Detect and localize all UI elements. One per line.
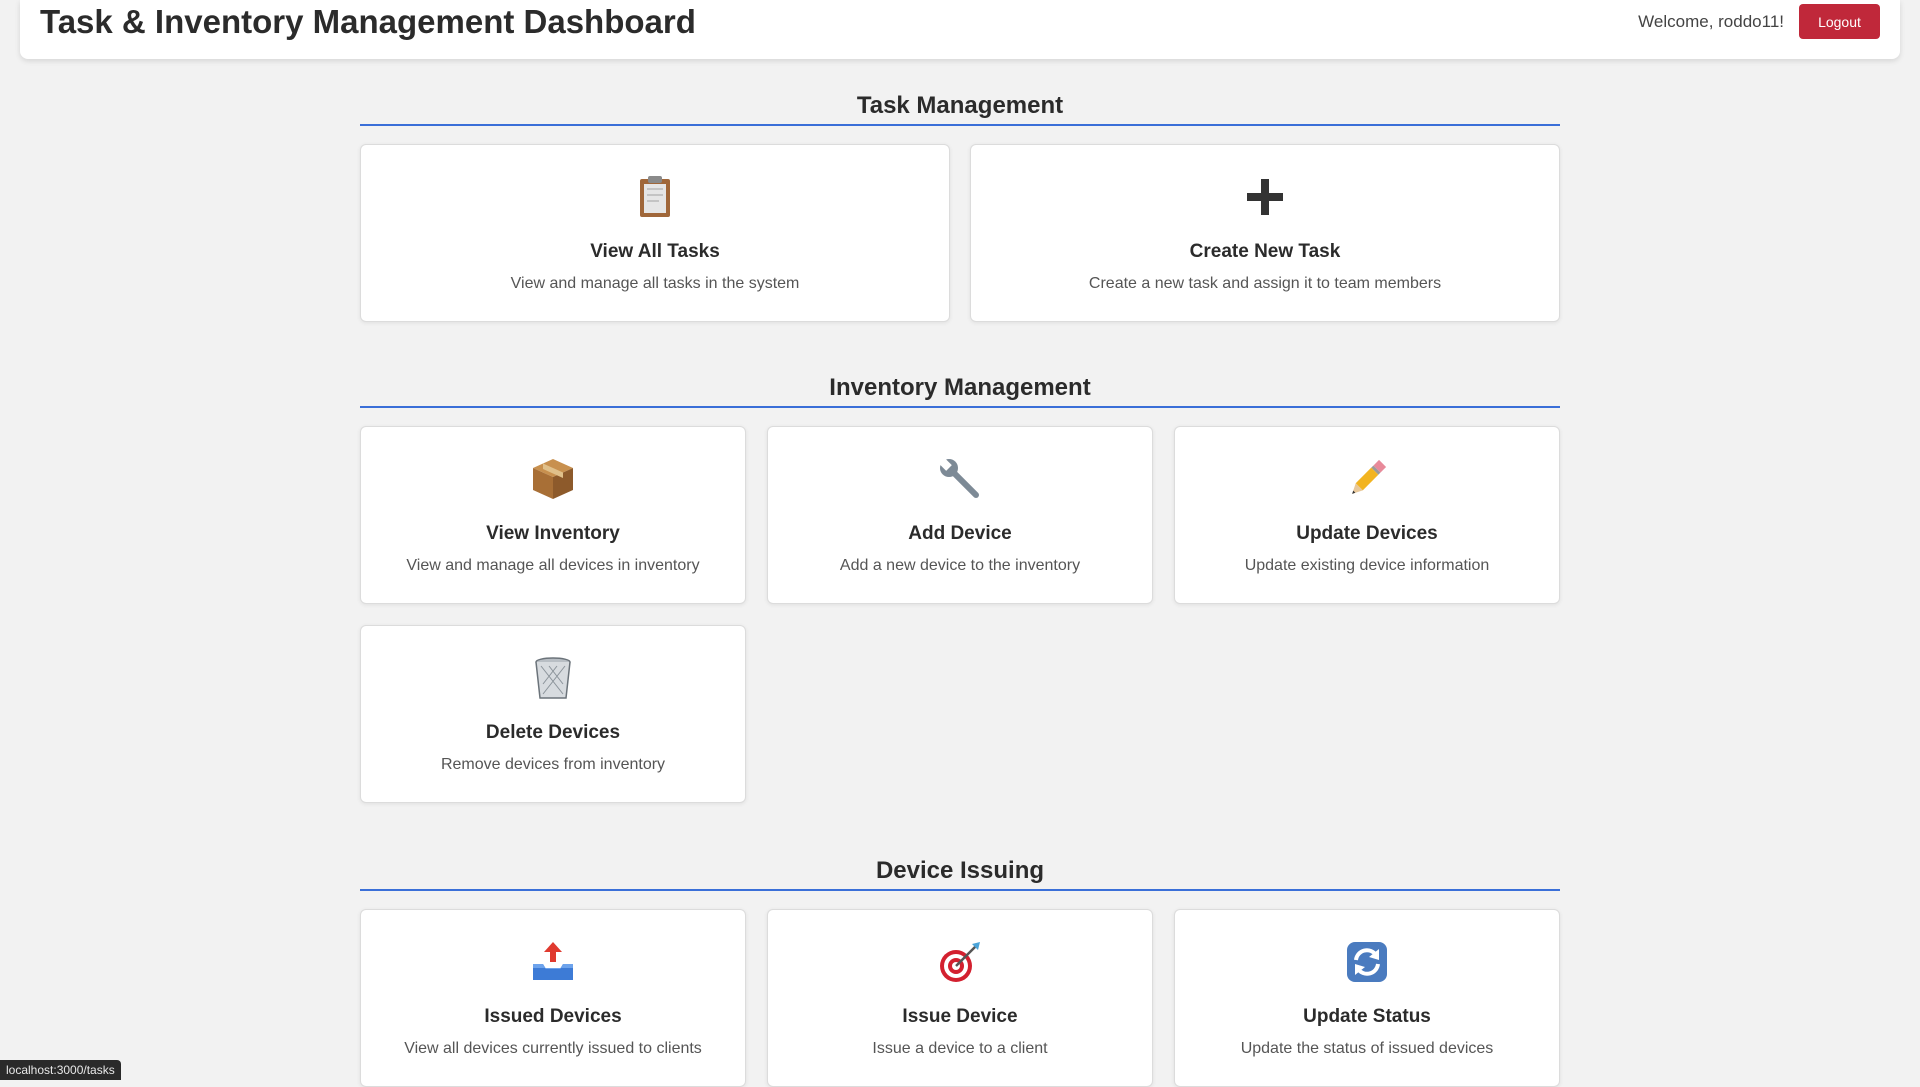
wrench-icon [936, 455, 984, 503]
card-title: Update Devices [1175, 523, 1559, 545]
logout-button[interactable]: Logout [1799, 4, 1880, 39]
view-inventory-card[interactable]: View Inventory View and manage all devic… [360, 426, 746, 604]
create-new-task-card[interactable]: Create New Task Create a new task and as… [970, 144, 1560, 322]
section-title-task-management: Task Management [360, 88, 1560, 126]
card-title: Issue Device [768, 1006, 1152, 1028]
task-management-section: Task Management View All Tasks View and … [360, 88, 1560, 322]
issue-device-card[interactable]: Issue Device Issue a device to a client [767, 909, 1153, 1087]
user-area: Welcome, roddo11! Logout [1638, 4, 1880, 39]
card-title: View All Tasks [361, 241, 949, 263]
card-description: View and manage all tasks in the system [361, 275, 949, 293]
clipboard-icon [631, 173, 679, 221]
package-icon [529, 455, 577, 503]
view-all-tasks-card[interactable]: View All Tasks View and manage all tasks… [360, 144, 950, 322]
card-description: View all devices currently issued to cli… [361, 1040, 745, 1058]
card-description: Remove devices from inventory [361, 756, 745, 774]
update-devices-card[interactable]: Update Devices Update existing device in… [1174, 426, 1560, 604]
page-title: Task & Inventory Management Dashboard [40, 2, 696, 42]
link-status-bar: localhost:3000/tasks [0, 1060, 121, 1080]
card-description: Update existing device information [1175, 557, 1559, 575]
card-description: Update the status of issued devices [1175, 1040, 1559, 1058]
add-device-card[interactable]: Add Device Add a new device to the inven… [767, 426, 1153, 604]
plus-icon [1241, 173, 1289, 221]
card-title: Create New Task [971, 241, 1559, 263]
card-description: Add a new device to the inventory [768, 557, 1152, 575]
card-title: Issued Devices [361, 1006, 745, 1028]
top-header: Task & Inventory Management Dashboard We… [20, 0, 1900, 59]
card-description: View and manage all devices in inventory [361, 557, 745, 575]
card-title: View Inventory [361, 523, 745, 545]
card-title: Update Status [1175, 1006, 1559, 1028]
section-title-inventory-management: Inventory Management [360, 370, 1560, 408]
inventory-management-section: Inventory Management View Inventory View… [360, 370, 1560, 803]
refresh-icon [1343, 938, 1391, 986]
device-issuing-section: Device Issuing Issued Devices View all d… [360, 853, 1560, 1087]
update-status-card[interactable]: Update Status Update the status of issue… [1174, 909, 1560, 1087]
card-title: Delete Devices [361, 722, 745, 744]
outbox-tray-icon [529, 938, 577, 986]
card-description: Issue a device to a client [768, 1040, 1152, 1058]
issued-devices-card[interactable]: Issued Devices View all devices currentl… [360, 909, 746, 1087]
card-description: Create a new task and assign it to team … [971, 275, 1559, 293]
section-title-device-issuing: Device Issuing [360, 853, 1560, 891]
pencil-icon [1343, 455, 1391, 503]
card-title: Add Device [768, 523, 1152, 545]
welcome-text: Welcome, roddo11! [1638, 12, 1784, 32]
target-icon [936, 938, 984, 986]
delete-devices-card[interactable]: Delete Devices Remove devices from inven… [360, 625, 746, 803]
wastebasket-icon [529, 654, 577, 702]
